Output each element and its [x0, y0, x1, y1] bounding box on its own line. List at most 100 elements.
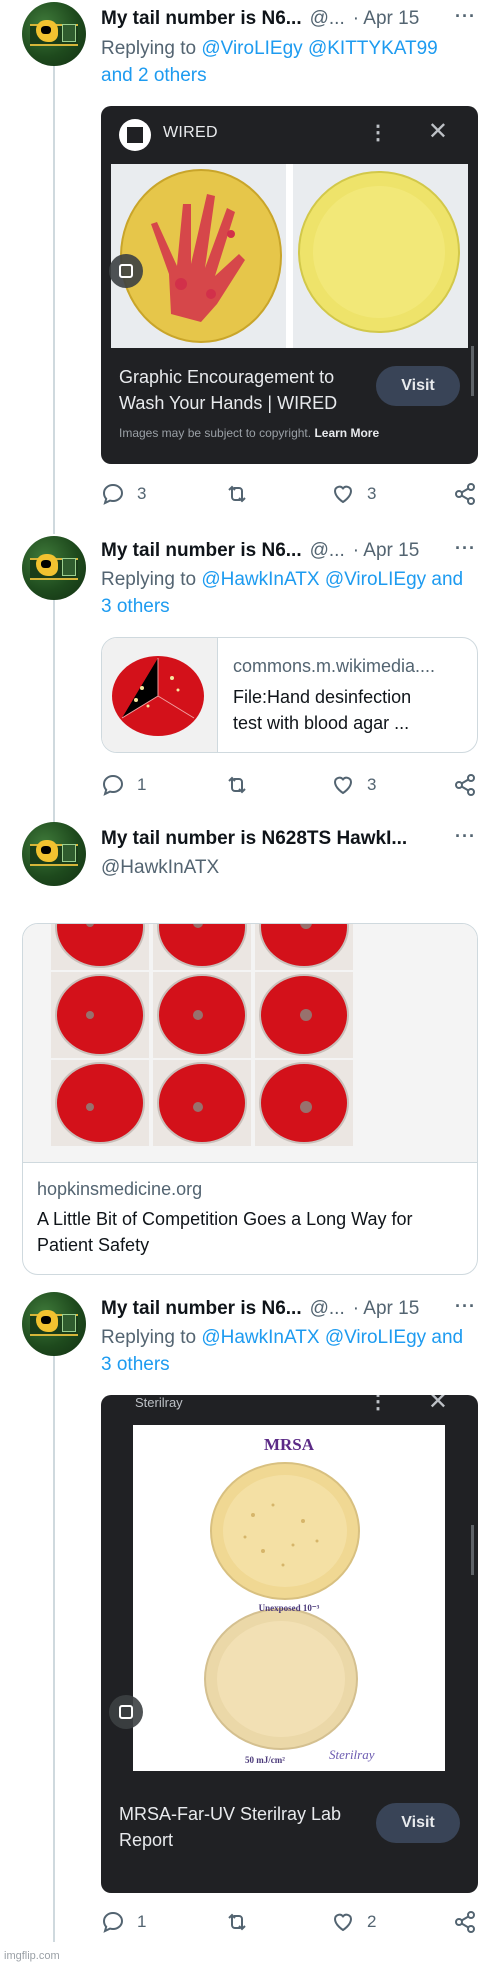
retweet-icon	[228, 485, 246, 503]
share-button[interactable]	[453, 773, 477, 797]
link-card[interactable]: commons.m.wikimedia.... File:Hand desinf…	[101, 637, 478, 753]
sterilray-signature: Sterilray	[329, 1747, 375, 1762]
mention-link[interactable]: @ViroLIEgy	[201, 38, 302, 59]
author-handle[interactable]: @...	[310, 8, 345, 30]
tweet-3[interactable]: My tail number is N628TS HawkI... ··· @H…	[0, 820, 500, 1280]
card-thumbnail	[102, 638, 218, 752]
reply-icon	[102, 1911, 124, 1933]
share-button[interactable]	[453, 1910, 477, 1934]
google-image-card[interactable]: WIRED ⋮ ✕ A B Graphic Encouragement t	[101, 106, 478, 464]
close-icon[interactable]: ✕	[428, 117, 448, 146]
close-icon[interactable]: ✕	[428, 1395, 448, 1416]
wired-logo-icon	[119, 119, 151, 151]
reply-button[interactable]: 1	[101, 773, 146, 797]
bacterial-colony	[193, 1010, 203, 1020]
more-options-icon[interactable]: ···	[455, 1296, 476, 1317]
lens-icon[interactable]	[109, 254, 143, 288]
tweet-date[interactable]: · Apr 15	[353, 1298, 420, 1320]
others-link[interactable]: 3 others	[101, 596, 170, 617]
bacterial-colony	[300, 1101, 312, 1113]
author-name[interactable]: My tail number is N628TS HawkI...	[101, 828, 407, 850]
card-domain: commons.m.wikimedia....	[233, 656, 436, 676]
author-name[interactable]: My tail number is N6...	[101, 540, 302, 562]
more-options-icon[interactable]: ···	[455, 538, 476, 559]
tweet-2[interactable]: My tail number is N6... @... · Apr 15 ··…	[0, 530, 500, 820]
author-handle[interactable]: @HawkInATX	[101, 854, 480, 881]
retweet-icon	[228, 776, 246, 794]
more-options-icon[interactable]: ···	[455, 826, 476, 847]
card-title: A Little Bit of Competition Goes a Long …	[37, 1209, 413, 1255]
retweet-icon	[228, 1913, 246, 1931]
link-card[interactable]: hopkinsmedicine.org A Little Bit of Comp…	[22, 923, 478, 1275]
avatar[interactable]	[22, 1292, 86, 1356]
and-link[interactable]: and	[431, 1327, 463, 1348]
share-icon	[455, 1911, 475, 1933]
card-title[interactable]: Graphic Encouragement to Wash Your Hands …	[119, 364, 337, 416]
tweet-date[interactable]: · Apr 15	[353, 540, 420, 562]
mention-link[interactable]: @HawkInATX	[201, 1327, 319, 1348]
reply-button[interactable]: 3	[101, 482, 146, 506]
visit-button[interactable]: Visit	[376, 366, 460, 406]
petri-dish	[55, 1062, 145, 1144]
card-domain: hopkinsmedicine.org	[37, 1179, 203, 1199]
and-link[interactable]: and	[431, 569, 463, 590]
reply-icon	[102, 774, 124, 796]
tweet-1[interactable]: My tail number is N6... @... · Apr 15 ··…	[0, 0, 500, 530]
like-button[interactable]: 3	[331, 482, 376, 506]
like-button[interactable]: 3	[331, 773, 376, 797]
petri-dish	[157, 1062, 247, 1144]
visit-button[interactable]: Visit	[376, 1803, 460, 1843]
card-menu-icon[interactable]: ⋮	[368, 120, 388, 145]
hawk-logo-icon	[36, 20, 58, 42]
mention-link[interactable]: @KITTYKAT99	[308, 38, 438, 59]
avatar[interactable]	[22, 2, 86, 66]
mention-link[interactable]: @ViroLIEgy	[325, 569, 426, 590]
retweet-button[interactable]	[225, 773, 249, 797]
avatar[interactable]	[22, 536, 86, 600]
tweet-date[interactable]: · Apr 15	[353, 8, 420, 30]
replying-to: Replying to @ViroLIEgy @KITTYKAT99 and 2…	[101, 38, 438, 86]
bacterial-colony	[86, 1011, 94, 1019]
author-name[interactable]: My tail number is N6...	[101, 8, 302, 30]
share-button[interactable]	[453, 482, 477, 506]
card-image[interactable]: A B	[111, 164, 468, 348]
bacterial-colony	[300, 1009, 312, 1021]
label-dose: 50 mJ/cm²	[245, 1755, 285, 1765]
bacterial-colony	[86, 1103, 94, 1111]
others-link[interactable]: and 2 others	[101, 65, 207, 86]
author-handle[interactable]: @...	[310, 1298, 345, 1320]
label-unexposed: Unexposed 10⁻³	[258, 1603, 320, 1613]
others-link[interactable]: 3 others	[101, 1354, 170, 1375]
heart-icon	[333, 776, 353, 795]
share-icon	[455, 774, 475, 796]
hawk-logo-icon	[36, 840, 58, 862]
reply-button[interactable]: 1	[101, 1910, 146, 1934]
card-source: WIRED	[163, 124, 218, 141]
replying-to: Replying to @HawkInATX @ViroLIEgy and 3 …	[101, 1327, 464, 1375]
replying-to: Replying to @HawkInATX @ViroLIEgy and 3 …	[101, 569, 464, 617]
more-options-icon[interactable]: ···	[455, 6, 476, 27]
card-title: File:Hand desinfection test with blood ag…	[233, 687, 412, 733]
heart-icon	[333, 485, 353, 504]
learn-more-link[interactable]: Learn More	[314, 426, 379, 440]
mention-link[interactable]: @ViroLIEgy	[325, 1327, 426, 1348]
retweet-button[interactable]	[225, 1910, 249, 1934]
mention-link[interactable]: @HawkInATX	[201, 569, 319, 590]
hawk-logo-icon	[36, 1310, 58, 1332]
card-title[interactable]: MRSA-Far-UV Sterilray Lab Report	[119, 1801, 341, 1853]
card-image[interactable]: MRSA Unexposed 10⁻³ 50 mJ/cm² Sterilray	[133, 1425, 445, 1771]
author-name[interactable]: My tail number is N6...	[101, 1298, 302, 1320]
tweet-4[interactable]: My tail number is N6... @... · Apr 15 ··…	[0, 1290, 500, 1965]
author-handle[interactable]: @...	[310, 540, 345, 562]
lens-icon[interactable]	[109, 1695, 143, 1729]
card-menu-icon[interactable]: ⋮	[368, 1395, 388, 1414]
share-icon	[455, 483, 475, 505]
bacterial-colony	[193, 1102, 203, 1112]
retweet-button[interactable]	[225, 482, 249, 506]
imgflip-watermark: imgflip.com	[4, 1950, 60, 1962]
hawk-logo-icon	[36, 554, 58, 576]
like-button[interactable]: 2	[331, 1910, 376, 1934]
google-image-card[interactable]: Sterilray ⋮ ✕ MRSA Unexposed 10⁻³ 50 mJ/…	[101, 1395, 478, 1893]
card-image	[23, 924, 477, 1162]
avatar[interactable]	[22, 822, 86, 886]
